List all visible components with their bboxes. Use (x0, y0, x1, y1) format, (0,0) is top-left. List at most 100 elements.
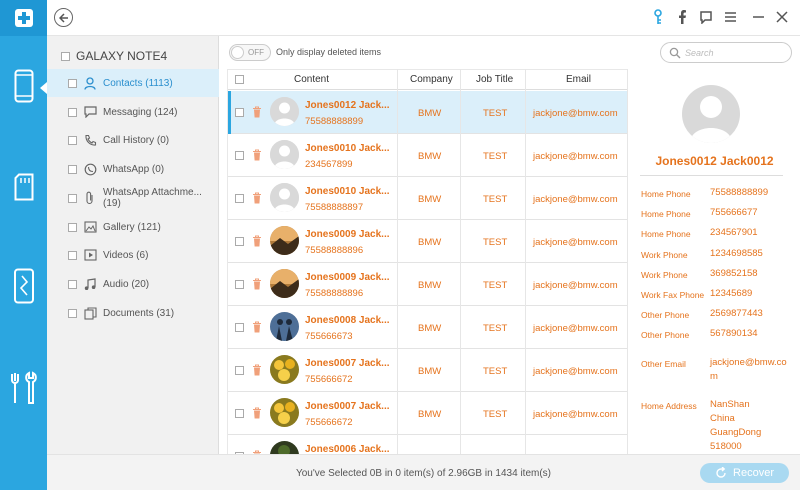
category-checkbox[interactable] (68, 279, 77, 289)
facebook-button[interactable] (674, 9, 690, 25)
search-input[interactable]: Search (660, 42, 792, 63)
row-checkbox[interactable] (235, 194, 244, 203)
documents-icon (83, 306, 97, 320)
row-checkbox[interactable] (235, 409, 244, 418)
column-header-job-title[interactable]: Job Title (476, 74, 513, 85)
contact-email: jackjone@bmw.com (533, 280, 618, 291)
contact-name: Jones0007 Jack... (305, 401, 390, 412)
deleted-trash-icon (253, 106, 261, 118)
row-checkbox[interactable] (235, 237, 244, 246)
field-label: Home Phone (641, 189, 691, 199)
sidebar-item-videos[interactable]: Videos (6) (47, 241, 219, 269)
category-checkbox[interactable] (68, 135, 77, 145)
menu-icon (724, 12, 736, 22)
search-icon (669, 47, 681, 59)
sidebar-item-whatsapp[interactable]: WhatsApp (0) (47, 155, 219, 183)
recover-button[interactable]: Recover (700, 463, 789, 483)
row-checkbox[interactable] (235, 151, 244, 160)
sidebar-item-gallery[interactable]: Gallery (121) (47, 213, 219, 241)
sidebar-item-label: Messaging (124) (103, 106, 178, 118)
device-name: GALAXY NOTE4 (76, 49, 168, 63)
message-icon (83, 105, 97, 119)
contact-avatar-thumb (270, 355, 299, 384)
table-row[interactable]: Jones0007 Jack... 755666672 BMW TEST jackjon… (228, 392, 627, 435)
column-divider (525, 69, 526, 454)
active-pointer (40, 82, 47, 94)
facebook-icon (679, 10, 686, 24)
deleted-only-toggle[interactable]: OFF (229, 44, 271, 61)
key-button[interactable] (650, 9, 666, 25)
contact-avatar-thumb (270, 269, 299, 298)
column-header-company[interactable]: Company (410, 74, 453, 85)
contact-email: jackjone@bmw.com (533, 409, 618, 420)
back-button[interactable] (54, 8, 73, 27)
deleted-trash-icon (253, 407, 261, 419)
minimize-button[interactable] (750, 9, 766, 25)
category-checkbox[interactable] (68, 193, 77, 203)
key-icon (654, 9, 662, 24)
contact-avatar-thumb (270, 140, 299, 169)
contact-email: jackjone@bmw.com (533, 194, 618, 205)
close-button[interactable] (774, 9, 790, 25)
rail-tools-button[interactable] (0, 358, 47, 418)
category-checkbox[interactable] (68, 164, 77, 174)
table-row[interactable]: Jones0012 Jack... 75588888899 BMW TEST jackj… (228, 91, 627, 134)
contact-avatar-thumb (270, 183, 299, 212)
deleted-trash-icon (253, 149, 261, 161)
sidebar-item-label: Contacts (1113) (103, 77, 173, 89)
row-checkbox[interactable] (235, 366, 244, 375)
row-checkbox[interactable] (235, 108, 244, 117)
field-label: Work Phone (641, 249, 688, 260)
phone-icon (14, 69, 33, 103)
field-value: 12345689 (710, 288, 753, 299)
column-divider (397, 69, 398, 454)
rail-sd-card-button[interactable] (0, 157, 47, 217)
field-value: 2569877443 (710, 308, 763, 320)
whatsapp-icon (83, 162, 97, 176)
category-checkbox[interactable] (68, 222, 77, 232)
column-header-content[interactable]: Content (294, 74, 329, 85)
contact-name: Jones0008 Jack... (305, 315, 390, 326)
feedback-button[interactable] (698, 9, 714, 25)
contact-detail-panel: Jones0012 Jack0012 Home Phone 75588888899… (627, 69, 800, 454)
category-checkbox[interactable] (68, 107, 77, 117)
select-all-checkbox[interactable] (235, 75, 244, 84)
gallery-icon (83, 220, 97, 234)
row-checkbox[interactable] (235, 280, 244, 289)
selected-row-indicator (228, 91, 231, 134)
sidebar-item-label: WhatsApp Attachme... (19) (103, 187, 202, 209)
table-row[interactable]: Jones0009 Jack... 75588888896 BMW TEST jackj… (228, 220, 627, 263)
sidebar-item-documents[interactable]: Documents (31) (47, 299, 219, 327)
table-row[interactable]: Jones0006 Jack... (228, 435, 627, 454)
left-rail (0, 0, 47, 490)
sidebar-item-label: WhatsApp (0) (103, 163, 165, 175)
menu-button[interactable] (722, 9, 738, 25)
deleted-trash-icon (253, 321, 261, 333)
row-checkbox[interactable] (235, 323, 244, 332)
column-header-email[interactable]: Email (566, 74, 591, 85)
category-checkbox[interactable] (68, 250, 77, 260)
field-label: Home Phone (641, 209, 691, 220)
rail-broken-phone-button[interactable] (0, 256, 47, 316)
contacts-table: Content Company Job Title Email Jones001… (227, 69, 627, 454)
tools-icon (10, 371, 37, 404)
category-checkbox[interactable] (68, 78, 77, 88)
divider (640, 175, 783, 176)
table-row[interactable]: Jones0007 Jack... 755666672 BMW TEST jackjon… (228, 349, 627, 392)
table-row[interactable]: Jones0008 Jack... 755666673 BMW TEST jackjon… (228, 306, 627, 349)
table-row[interactable]: Jones0010 Jack... 75588888897 BMW TEST jackj… (228, 177, 627, 220)
bottom-bar: You've Selected 0B in 0 item(s) of 2.96G… (47, 454, 800, 490)
contact-job-title: TEST (483, 409, 508, 420)
table-row[interactable]: Jones0010 Jack... 234567899 BMW TEST jackjon… (228, 134, 627, 177)
sidebar-item-contacts[interactable]: Contacts (1113) (47, 69, 219, 97)
sidebar-item-audio[interactable]: Audio (20) (47, 270, 219, 298)
sidebar-item-messaging[interactable]: Messaging (124) (47, 98, 219, 126)
field-value: 75588888899 (710, 187, 769, 198)
sidebar-item-call-history[interactable]: Call History (0) (47, 126, 219, 154)
category-checkbox[interactable] (68, 308, 77, 318)
device-checkbox[interactable] (61, 51, 70, 61)
app-logo (0, 0, 47, 36)
table-row[interactable]: Jones0009 Jack... 75588888896 BMW TEST jackj… (228, 263, 627, 306)
contact-email: jackjone@bmw.com (533, 108, 618, 119)
sidebar-item-whatsapp-attachments[interactable]: WhatsApp Attachme... (19) (47, 184, 219, 212)
